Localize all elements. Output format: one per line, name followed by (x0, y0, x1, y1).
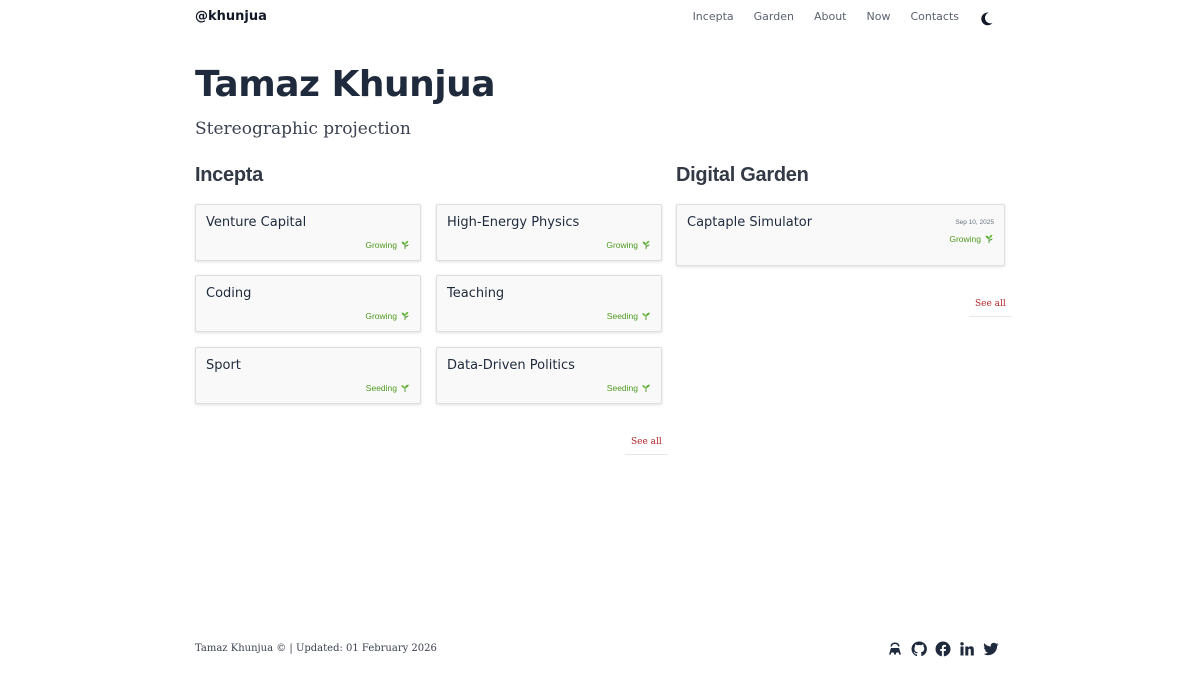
status-label: Seeding (606, 311, 638, 321)
seedling-icon (642, 312, 650, 321)
anaconda-icon[interactable] (887, 641, 903, 657)
twitter-icon[interactable] (983, 641, 999, 657)
incepta-card[interactable]: Coding Growing (195, 275, 421, 332)
status-badge: Seeding (366, 383, 410, 393)
footer-copyright: Tamaz Khunjua © | Updated: 01 February 2… (195, 643, 437, 654)
card-title: Captaple Simulator (687, 215, 813, 230)
section-title-garden[interactable]: Digital Garden (676, 164, 809, 187)
nav-link-incepta[interactable]: Incepta (693, 10, 734, 23)
card-title: Sport (206, 358, 241, 373)
card-title: Venture Capital (206, 215, 307, 230)
status-label: Growing (365, 311, 397, 321)
status-label: Growing (949, 234, 981, 244)
main-nav: Incepta Garden About Now Contacts (693, 10, 959, 23)
see-all-garden-link[interactable]: See all (969, 299, 1012, 317)
incepta-card[interactable]: High-Energy Physics Growing (436, 204, 662, 261)
site-brand[interactable]: @khunjua (195, 9, 267, 24)
status-badge: Seeding (607, 311, 651, 321)
top-bar: @khunjua Incepta Garden About Now Contac… (195, 9, 1005, 29)
linkedin-icon[interactable] (959, 641, 975, 657)
garden-card[interactable]: Captaple Simulator Sep 10, 2025 Growing (676, 204, 1005, 266)
seedling-icon (401, 384, 409, 393)
social-links (887, 641, 999, 657)
facebook-icon[interactable] (935, 641, 951, 657)
page-subtitle: Stereographic projection (195, 119, 411, 139)
herb-icon (401, 240, 409, 250)
status-badge: Growing (949, 234, 994, 244)
incepta-card[interactable]: Venture Capital Growing (195, 204, 421, 261)
page-title: Tamaz Khunjua (195, 64, 496, 105)
incepta-card[interactable]: Sport Seeding (195, 347, 421, 404)
status-badge: Growing (365, 311, 410, 321)
moon-icon[interactable] (977, 10, 995, 28)
nav-link-now[interactable]: Now (867, 10, 891, 23)
herb-icon (985, 234, 993, 244)
github-icon[interactable] (911, 641, 927, 657)
incepta-card[interactable]: Teaching Seeding (436, 275, 662, 332)
see-all-incepta-link[interactable]: See all (625, 437, 668, 455)
seedling-icon (642, 384, 650, 393)
nav-link-about[interactable]: About (814, 10, 847, 23)
status-badge: Growing (606, 240, 651, 250)
card-date: Sep 10, 2025 (955, 219, 994, 226)
card-title: High-Energy Physics (447, 215, 580, 230)
herb-icon (642, 240, 650, 250)
card-title: Data-Driven Politics (447, 358, 575, 373)
status-badge: Seeding (607, 383, 651, 393)
status-label: Seeding (365, 383, 397, 393)
incepta-card[interactable]: Data-Driven Politics Seeding (436, 347, 662, 404)
status-badge: Growing (365, 240, 410, 250)
status-label: Growing (365, 240, 397, 250)
card-title: Teaching (447, 286, 505, 301)
section-title-incepta[interactable]: Incepta (195, 164, 263, 187)
status-label: Seeding (606, 383, 638, 393)
nav-link-garden[interactable]: Garden (754, 10, 794, 23)
herb-icon (401, 311, 409, 321)
status-label: Growing (606, 240, 638, 250)
nav-link-contacts[interactable]: Contacts (910, 10, 959, 23)
card-title: Coding (206, 286, 252, 301)
